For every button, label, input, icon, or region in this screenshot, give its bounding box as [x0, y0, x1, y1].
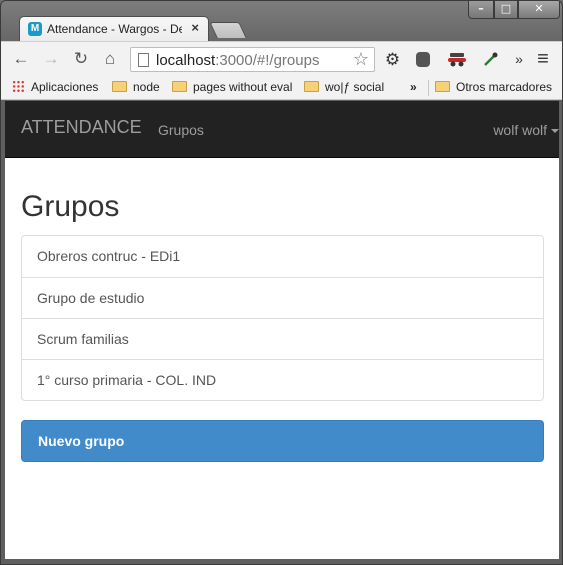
- groups-list: Obreros contruc - EDi1 Grupo de estudio …: [21, 235, 544, 401]
- tab-title: Attendance - Wargos - De: [47, 22, 182, 36]
- evernote-icon[interactable]: [416, 52, 430, 67]
- close-window-button[interactable]: ✕: [518, 1, 560, 19]
- bookmark-pages-without-eval[interactable]: pages without eval: [172, 79, 292, 96]
- bookmarks-overflow-icon[interactable]: »: [410, 79, 417, 96]
- group-item[interactable]: Grupo de estudio: [22, 277, 543, 318]
- web-page: ATTENDANCE Grupos wolf wolf Grupos Obrer…: [5, 101, 559, 559]
- apps-icon: [12, 80, 25, 93]
- new-group-button[interactable]: Nuevo grupo: [21, 420, 544, 462]
- tab-close-icon[interactable]: ×: [191, 20, 199, 35]
- folder-icon: [112, 81, 127, 92]
- browser-toolbar: ← → ↻ ⌂ localhost:3000/#!/groups ☆ ⚙ » ≡: [1, 41, 562, 75]
- folder-icon: [304, 81, 319, 92]
- page-title: Grupos: [21, 190, 120, 223]
- home-icon[interactable]: ⌂: [100, 49, 120, 69]
- bookmark-node[interactable]: node: [112, 79, 160, 96]
- forward-icon[interactable]: →: [41, 49, 61, 69]
- maximize-button[interactable]: □: [494, 1, 518, 19]
- extensions-overflow-icon[interactable]: »: [509, 49, 529, 69]
- bookmark-wolf-social[interactable]: wo|ƒ social: [304, 79, 384, 96]
- favicon-icon: M: [28, 22, 42, 36]
- menu-icon[interactable]: ≡: [533, 49, 553, 69]
- group-item[interactable]: 1° curso primaria - COL. IND: [22, 359, 543, 400]
- bookmark-aplicaciones[interactable]: Aplicaciones: [12, 79, 98, 96]
- new-tab-button[interactable]: [209, 22, 247, 38]
- group-item[interactable]: Obreros contruc - EDi1: [22, 236, 543, 277]
- page-icon: [138, 53, 149, 67]
- reload-icon[interactable]: ↻: [71, 49, 91, 69]
- brand-link[interactable]: ATTENDANCE: [21, 117, 142, 138]
- folder-icon: [172, 81, 187, 92]
- bookmarks-divider: [428, 80, 429, 96]
- caret-down-icon: [551, 129, 559, 133]
- bookmark-other[interactable]: Otros marcadores: [435, 79, 552, 96]
- nav-link-grupos[interactable]: Grupos: [158, 122, 204, 138]
- browser-tab[interactable]: M Attendance - Wargos - De ×: [19, 16, 209, 42]
- incognito-mask-icon[interactable]: [447, 51, 467, 68]
- folder-icon: [435, 81, 450, 92]
- browser-window: M Attendance - Wargos - De × – □ ✕ ← → ↻…: [0, 0, 563, 565]
- minimize-button[interactable]: –: [468, 1, 494, 19]
- settings-gear-icon[interactable]: ⚙: [384, 51, 401, 68]
- bookmarks-bar: Aplicaciones node pages without eval wo|…: [1, 75, 562, 100]
- back-icon[interactable]: ←: [11, 49, 31, 69]
- address-bar[interactable]: localhost:3000/#!/groups ☆: [130, 47, 375, 72]
- tab-strip: M Attendance - Wargos - De × – □ ✕: [1, 1, 562, 42]
- user-dropdown[interactable]: wolf wolf: [493, 122, 559, 138]
- app-navbar: ATTENDANCE Grupos wolf wolf: [5, 101, 559, 158]
- eyedropper-icon[interactable]: [482, 51, 499, 68]
- group-item[interactable]: Scrum familias: [22, 318, 543, 359]
- bookmark-star-icon[interactable]: ☆: [353, 49, 369, 70]
- url-text: localhost:3000/#!/groups: [156, 52, 320, 69]
